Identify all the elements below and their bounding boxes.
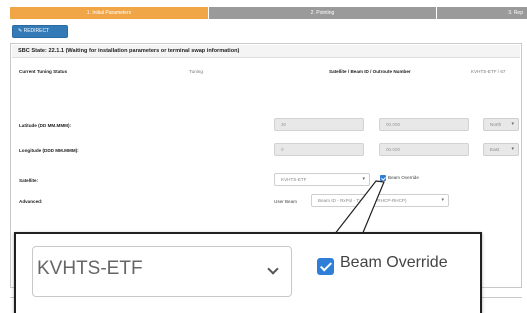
zoom-satellite-select[interactable]: KVHTS-ETF	[32, 246, 292, 297]
zoom-beam-override-label: Beam Override	[340, 254, 448, 271]
chevron-down-icon	[267, 263, 279, 275]
zoom-satellite-value: KVHTS-ETF	[37, 258, 143, 279]
zoom-callout: KVHTS-ETF Beam Override	[14, 232, 482, 313]
zoom-beam-override-checkbox[interactable]	[317, 258, 334, 275]
